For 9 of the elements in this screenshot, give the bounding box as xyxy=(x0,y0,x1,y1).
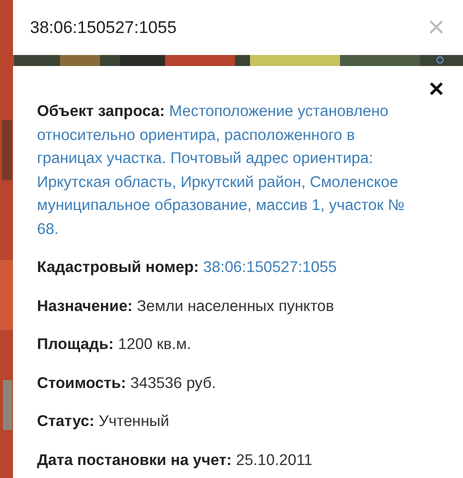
field-text: Стоимость: 343536 руб. xyxy=(37,374,217,394)
field-text: Объект запроса: Местоположение установлено относительно ориентира, расположенного в границах участка. Почтовый адрес ориентира: Иркутская область, Иркутский район, Смоленское муниципальное образование, массив 1, участок № 68. xyxy=(37,102,406,240)
field-text: Назначение: Земли населенных пунктов xyxy=(37,296,336,316)
field-text: Площадь: 1200 кв.м. xyxy=(37,335,192,355)
close-button[interactable]: ✕ xyxy=(428,80,445,100)
header-title: 38:06:150527:1055 xyxy=(30,16,177,39)
field-text: Статус: Учтенный xyxy=(37,412,170,432)
field-text: Кадастровый номер: 38:06:150527:1055 xyxy=(37,258,338,278)
field-text: Дата постановки на учет: 25.10.2011 xyxy=(37,450,314,470)
